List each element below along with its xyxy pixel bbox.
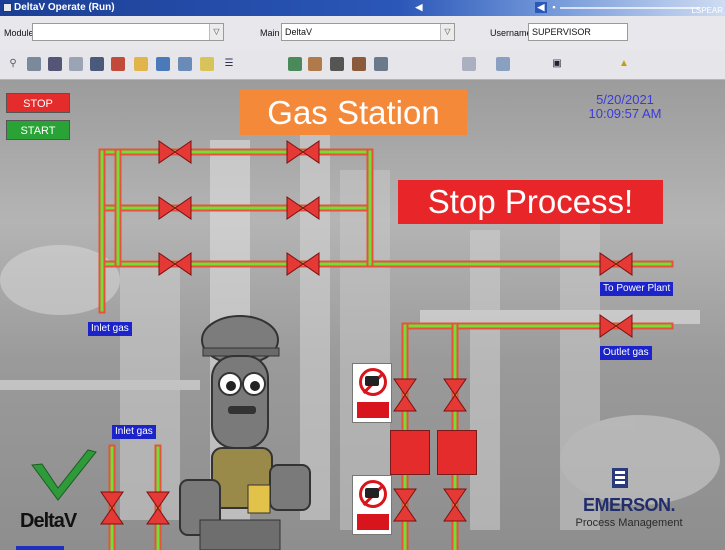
- station-icon[interactable]: [288, 57, 302, 71]
- username-field[interactable]: SUPERVISOR: [528, 23, 628, 41]
- notes-icon[interactable]: [200, 57, 214, 71]
- to-power-plant-tag: To Power Plant: [600, 282, 674, 296]
- chevron-down-icon[interactable]: ▽: [209, 24, 223, 40]
- valve: [443, 378, 467, 412]
- status-indicator: [16, 546, 64, 550]
- emerson-logo: EMERSON. Process Management: [573, 495, 685, 529]
- workstation-icon[interactable]: [330, 57, 344, 71]
- emerson-wordmark: EMERSON.: [582, 495, 676, 515]
- document-icon[interactable]: [69, 57, 83, 71]
- username-value: SUPERVISOR: [532, 27, 591, 37]
- equipment-block[interactable]: [437, 430, 477, 475]
- valve: [393, 378, 417, 412]
- file-icon[interactable]: [178, 57, 192, 71]
- gears-icon[interactable]: [374, 57, 388, 71]
- sign-text-block: [357, 514, 389, 530]
- valve: [443, 488, 467, 522]
- chevron-down-icon[interactable]: ▽: [440, 24, 454, 40]
- process-display: STOP START Gas Station Stop Process! 5/2…: [0, 80, 725, 550]
- folder-icon[interactable]: [134, 57, 148, 71]
- title-bar: DeltaV Operate (Run) ◀ ◀ ▪ LSPEAR: [0, 0, 725, 16]
- safety-sign: [352, 475, 392, 535]
- valve-pictogram-icon: [365, 488, 379, 498]
- clock-time: 10:09:57 AM: [588, 106, 662, 121]
- back-icon[interactable]: ◀: [535, 2, 547, 13]
- field-row: Module ▽ Main DeltaV ▽ Username SUPERVIS…: [0, 16, 725, 50]
- valve-pictogram-icon: [365, 376, 379, 386]
- person-icon[interactable]: [308, 57, 322, 71]
- display-title: Gas Station: [240, 90, 467, 135]
- outlet-gas-tag: Outlet gas: [600, 346, 652, 360]
- emerson-logo-icon: [612, 468, 628, 488]
- window-title: DeltaV Operate (Run): [14, 2, 115, 13]
- username-label: Username: [490, 28, 532, 38]
- wrench-icon[interactable]: ⚲: [6, 57, 20, 71]
- diagnostic-icon[interactable]: [462, 57, 476, 71]
- main-combo[interactable]: DeltaV ▽: [281, 23, 455, 41]
- deltav-operate-window: DeltaV Operate (Run) ◀ ◀ ▪ LSPEAR Module…: [0, 0, 725, 550]
- valve: [599, 252, 633, 276]
- list-icon[interactable]: ☰: [222, 57, 236, 71]
- valve: [158, 140, 192, 164]
- clock: 5/20/2021 10:09:57 AM: [585, 93, 665, 121]
- app-icon: [3, 3, 12, 12]
- operator-icon[interactable]: [496, 57, 510, 71]
- main-value: DeltaV: [285, 27, 313, 37]
- main-label: Main: [260, 28, 280, 38]
- tram-icon[interactable]: [90, 57, 104, 71]
- previous-display-icon[interactable]: ◀: [410, 2, 428, 13]
- valve: [100, 491, 124, 525]
- station-lock-icon[interactable]: ▣: [550, 57, 564, 71]
- stop-button[interactable]: STOP: [6, 93, 70, 113]
- stop-process-banner: Stop Process!: [398, 180, 663, 224]
- module-label: Module: [4, 28, 34, 38]
- module-combo[interactable]: ▽: [32, 23, 224, 41]
- tools-icon[interactable]: [352, 57, 366, 71]
- equipment-block[interactable]: [390, 430, 430, 475]
- flask-icon[interactable]: [156, 57, 170, 71]
- valve: [393, 488, 417, 522]
- safety-sign: [352, 363, 392, 423]
- printer-icon[interactable]: [27, 57, 41, 71]
- toolbar: ⚲ ☰ ▣ ▲: [0, 50, 725, 80]
- start-button[interactable]: START: [6, 120, 70, 140]
- lock-icon[interactable]: ▪: [549, 2, 559, 13]
- clock-date: 5/20/2021: [596, 92, 654, 107]
- deltav-logo-text: DeltaV: [20, 510, 77, 532]
- emerson-subtitle: Process Management: [575, 517, 683, 529]
- alarm-icon[interactable]: ▲: [617, 57, 631, 71]
- cabinet-icon[interactable]: [48, 57, 62, 71]
- binder-icon[interactable]: [111, 57, 125, 71]
- inlet-gas-tag-1: Inlet gas: [88, 322, 132, 336]
- deltav-check-icon: [31, 449, 97, 501]
- sign-text-block: [357, 402, 389, 418]
- valve: [158, 196, 192, 220]
- inlet-gas-tag-2: Inlet gas: [112, 425, 156, 439]
- title-separator: [560, 7, 700, 9]
